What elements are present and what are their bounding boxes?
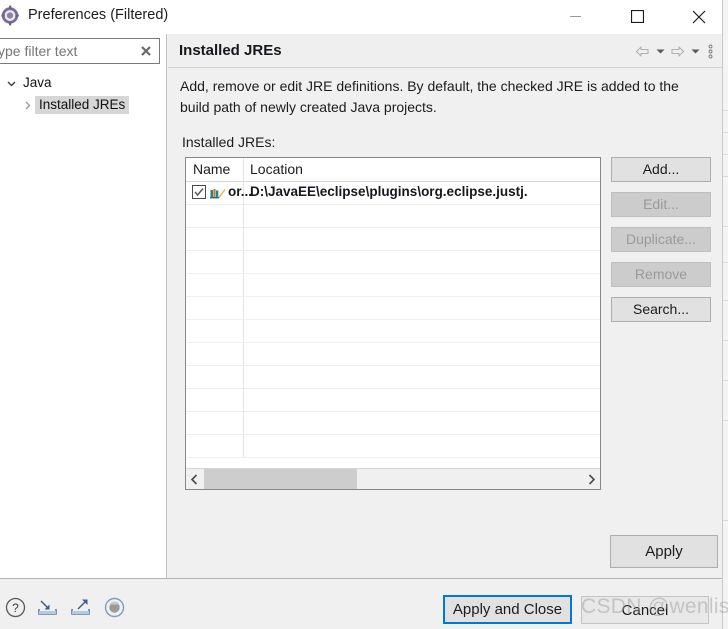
- table-horizontal-scrollbar[interactable]: [186, 468, 600, 489]
- jre-action-buttons: Add... Edit... Duplicate... Remove Searc…: [611, 157, 711, 332]
- more-menu-icon[interactable]: [704, 42, 716, 60]
- installed-jres-label: Installed JREs:: [182, 134, 276, 150]
- back-arrow-icon[interactable]: [634, 42, 651, 60]
- minimize-button[interactable]: [552, 0, 598, 33]
- chevron-down-icon[interactable]: [4, 76, 19, 91]
- table-row-empty[interactable]: [186, 389, 600, 412]
- table-row-empty[interactable]: [186, 435, 600, 458]
- svg-text:?: ?: [12, 601, 19, 615]
- table-row-empty[interactable]: [186, 412, 600, 435]
- title-bar: Preferences (Filtered): [0, 0, 722, 34]
- background-window-sliver: [722, 0, 728, 629]
- page-description: Add, remove or edit JRE definitions. By …: [180, 78, 679, 115]
- window-title: Preferences (Filtered): [28, 7, 169, 23]
- restore-defaults-icon[interactable]: [102, 595, 126, 619]
- column-divider[interactable]: [243, 158, 244, 181]
- table-row-empty[interactable]: [186, 251, 600, 274]
- preferences-dialog: Preferences (Filtered) ype filter text J…: [0, 0, 728, 629]
- table-body: or... D:\JavaEE\eclipse\plugins\org.ecli…: [186, 182, 600, 468]
- jre-checkbox[interactable]: [192, 185, 206, 199]
- page-header: Installed JREs: [168, 34, 722, 68]
- remove-button: Remove: [611, 262, 711, 287]
- jre-name-cell: or...: [228, 184, 253, 199]
- chevron-right-icon[interactable]: [20, 98, 35, 113]
- edit-button: Edit...: [611, 192, 711, 217]
- preference-tree-panel: Java Installed JREs: [0, 34, 167, 578]
- table-row-empty[interactable]: [186, 297, 600, 320]
- apply-and-close-button[interactable]: Apply and Close: [443, 595, 572, 624]
- filter-text-box[interactable]: [0, 38, 160, 64]
- column-header-name[interactable]: Name: [193, 161, 230, 177]
- table-row-empty[interactable]: [186, 320, 600, 343]
- back-dropdown-icon[interactable]: [654, 42, 666, 60]
- scrollbar-thumb[interactable]: [204, 469, 357, 489]
- jre-library-icon: [210, 186, 226, 200]
- chevron-left-icon[interactable]: [186, 469, 203, 489]
- table-row[interactable]: or... D:\JavaEE\eclipse\plugins\org.ecli…: [186, 182, 600, 205]
- installed-jres-table[interactable]: Name Location or... D:\JavaEE\eclipse\pl…: [185, 157, 601, 490]
- table-row-empty[interactable]: [186, 274, 600, 297]
- page-title: Installed JREs: [179, 42, 282, 59]
- sidebar-item-label: Java: [23, 75, 52, 90]
- clear-x-icon[interactable]: [138, 43, 154, 59]
- search-input[interactable]: [0, 39, 128, 63]
- sidebar-item-installed-jres[interactable]: Installed JREs: [0, 94, 167, 116]
- table-row-empty[interactable]: [186, 228, 600, 251]
- forward-arrow-icon[interactable]: [669, 42, 686, 60]
- sidebar-item-label: Installed JREs: [35, 96, 130, 114]
- duplicate-button: Duplicate...: [611, 227, 711, 252]
- search-button[interactable]: Search...: [611, 297, 711, 322]
- maximize-icon: [630, 10, 644, 23]
- chevron-right-icon[interactable]: [583, 469, 600, 489]
- table-row-empty[interactable]: [186, 343, 600, 366]
- table-row-empty[interactable]: [186, 205, 600, 228]
- forward-dropdown-icon[interactable]: [689, 42, 701, 60]
- import-icon[interactable]: [36, 595, 60, 619]
- jre-location-cell: D:\JavaEE\eclipse\plugins\org.eclipse.ju…: [250, 184, 528, 199]
- sidebar-item-java[interactable]: Java: [0, 72, 167, 94]
- preference-tree: Java Installed JREs: [0, 72, 167, 116]
- footer-icon-bar: ?: [3, 595, 126, 619]
- preference-page-panel: Installed JREs Add, remove or edit JRE d…: [168, 34, 722, 578]
- apply-button[interactable]: Apply: [610, 535, 718, 568]
- close-icon: [692, 10, 706, 23]
- help-icon[interactable]: ?: [3, 595, 27, 619]
- column-header-location[interactable]: Location: [250, 161, 303, 177]
- dialog-footer: ? Apply and Close Cancel: [0, 578, 722, 629]
- cancel-button[interactable]: Cancel: [581, 596, 709, 624]
- preferences-gear-icon: [1, 5, 22, 26]
- table-row-empty[interactable]: [186, 366, 600, 389]
- page-header-toolbar: [634, 42, 716, 60]
- add-button[interactable]: Add...: [611, 157, 711, 182]
- table-header-row: Name Location: [186, 158, 600, 182]
- maximize-button[interactable]: [614, 0, 660, 33]
- close-button[interactable]: [676, 0, 722, 33]
- minimize-icon: [569, 16, 581, 17]
- export-icon[interactable]: [69, 595, 93, 619]
